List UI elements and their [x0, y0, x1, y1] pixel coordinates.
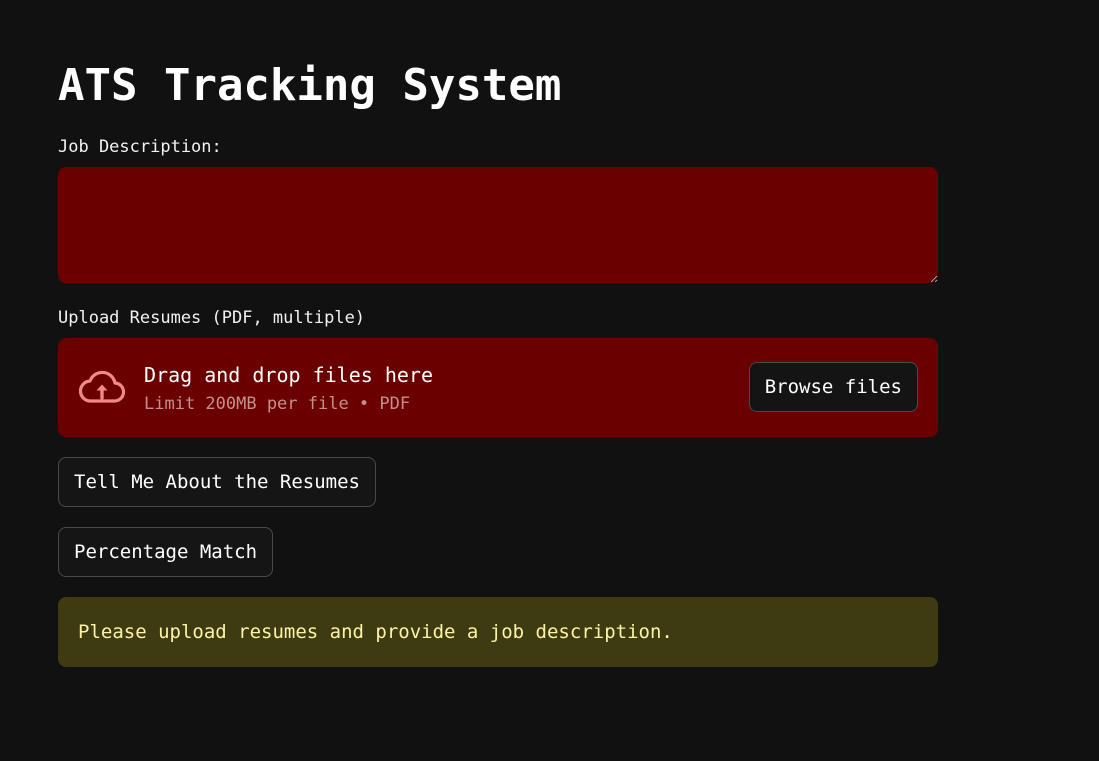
dropzone-title: Drag and drop files here: [144, 363, 433, 387]
page-title: ATS Tracking System: [58, 60, 562, 111]
warning-alert: Please upload resumes and provide a job …: [58, 597, 938, 667]
file-dropzone[interactable]: Drag and drop files here Limit 200MB per…: [58, 338, 938, 437]
browse-files-button[interactable]: Browse files: [748, 362, 918, 412]
percentage-match-button[interactable]: Percentage Match: [58, 527, 274, 577]
upload-resumes-label: Upload Resumes (PDF, multiple): [58, 308, 366, 328]
tell-me-about-resumes-button[interactable]: Tell Me About the Resumes: [58, 457, 376, 507]
job-description-input[interactable]: [58, 167, 938, 283]
dropzone-limit-text: Limit 200MB per file • PDF: [144, 394, 411, 414]
job-description-label: Job Description:: [58, 137, 222, 157]
cloud-upload-icon: [78, 370, 126, 403]
alert-message: Please upload resumes and provide a job …: [78, 621, 673, 643]
